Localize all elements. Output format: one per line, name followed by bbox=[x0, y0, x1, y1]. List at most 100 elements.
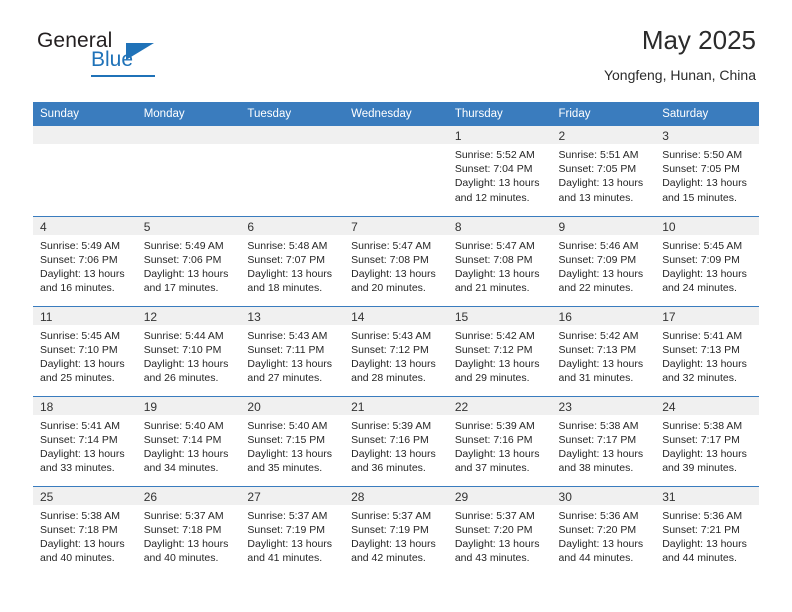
day-number: 30 bbox=[551, 486, 656, 506]
calendar-day-cell[interactable]: 15 Sunrise: 5:42 AM Sunset: 7:12 PM Dayligh… bbox=[447, 305, 552, 396]
calendar-day-cell[interactable]: 12 Sunrise: 5:44 AM Sunset: 7:10 PM Dayligh… bbox=[136, 305, 241, 396]
day-detail-daylight-1: Daylight: 13 hours bbox=[662, 357, 747, 370]
day-details: Sunrise: 5:38 AM Sunset: 7:17 PM Daylight:… bbox=[655, 416, 759, 476]
calendar-day-cell[interactable]: 31 Sunrise: 5:36 AM Sunset: 7:21 PM Dayligh… bbox=[655, 485, 759, 576]
calendar-day-cell[interactable]: 5 Sunrise: 5:49 AM Sunset: 7:06 PM Daylight… bbox=[136, 215, 241, 306]
calendar-day-cell[interactable]: 21 Sunrise: 5:39 AM Sunset: 7:16 PM Dayligh… bbox=[344, 395, 448, 486]
day-number: 16 bbox=[551, 306, 656, 326]
calendar-day-cell[interactable]: 11 Sunrise: 5:45 AM Sunset: 7:10 PM Dayligh… bbox=[33, 305, 137, 396]
calendar-week-row: 1 Sunrise: 5:52 AM Sunset: 7:04 PM Daylight… bbox=[33, 126, 759, 216]
day-number: 29 bbox=[447, 486, 552, 506]
calendar-cell-inner: 21 Sunrise: 5:39 AM Sunset: 7:16 PM Dayligh… bbox=[344, 396, 448, 486]
calendar-day-cell[interactable]: 1 Sunrise: 5:52 AM Sunset: 7:04 PM Daylight… bbox=[447, 126, 552, 216]
day-detail-sunrise: Sunrise: 5:47 AM bbox=[454, 239, 535, 252]
day-detail-daylight-2: and 33 minutes. bbox=[40, 462, 115, 475]
day-details: Sunrise: 5:36 AM Sunset: 7:20 PM Daylight:… bbox=[552, 506, 656, 566]
calendar-day-cell[interactable]: 18 Sunrise: 5:41 AM Sunset: 7:14 PM Dayligh… bbox=[33, 395, 137, 486]
calendar-day-cell[interactable]: 6 Sunrise: 5:48 AM Sunset: 7:07 PM Daylight… bbox=[240, 215, 345, 306]
day-detail-daylight-2: and 25 minutes. bbox=[40, 372, 115, 385]
day-detail-sunset: Sunset: 7:21 PM bbox=[662, 523, 740, 536]
day-detail-daylight-1: Daylight: 13 hours bbox=[558, 177, 644, 190]
day-details: Sunrise: 5:42 AM Sunset: 7:12 PM Daylight:… bbox=[448, 326, 552, 386]
day-detail-sunset: Sunset: 7:20 PM bbox=[454, 523, 533, 536]
day-detail-sunrise: Sunrise: 5:47 AM bbox=[351, 239, 432, 252]
day-detail-daylight-1: Daylight: 13 hours bbox=[454, 357, 540, 370]
calendar-day-cell[interactable]: 25 Sunrise: 5:38 AM Sunset: 7:18 PM Dayligh… bbox=[33, 485, 137, 576]
day-detail-daylight-1: Daylight: 13 hours bbox=[454, 447, 540, 460]
day-number: 19 bbox=[136, 396, 241, 416]
day-detail-daylight-2: and 37 minutes. bbox=[454, 462, 530, 475]
calendar-day-cell[interactable]: 4 Sunrise: 5:49 AM Sunset: 7:06 PM Daylight… bbox=[33, 215, 137, 306]
day-detail-sunrise: Sunrise: 5:50 AM bbox=[662, 149, 743, 161]
day-detail-sunrise: Sunrise: 5:48 AM bbox=[247, 239, 328, 252]
day-details: Sunrise: 5:36 AM Sunset: 7:21 PM Daylight:… bbox=[655, 506, 759, 566]
day-details: Sunrise: 5:40 AM Sunset: 7:14 PM Daylight:… bbox=[137, 416, 241, 476]
day-number: 4 bbox=[33, 216, 137, 236]
calendar-day-cell[interactable]: 23 Sunrise: 5:38 AM Sunset: 7:17 PM Dayligh… bbox=[551, 395, 656, 486]
day-detail-daylight-2: and 17 minutes. bbox=[143, 282, 219, 295]
day-detail-sunset: Sunset: 7:13 PM bbox=[558, 343, 637, 356]
calendar-cell-inner: 4 Sunrise: 5:49 AM Sunset: 7:06 PM Daylight… bbox=[33, 216, 137, 306]
calendar-day-cell[interactable]: 10 Sunrise: 5:45 AM Sunset: 7:09 PM Dayligh… bbox=[655, 215, 759, 306]
day-number: 20 bbox=[240, 396, 345, 416]
calendar-day-cell[interactable]: 19 Sunrise: 5:40 AM Sunset: 7:14 PM Dayligh… bbox=[136, 395, 241, 486]
calendar-cell-inner: 20 Sunrise: 5:40 AM Sunset: 7:15 PM Dayligh… bbox=[240, 396, 345, 486]
calendar-day-cell[interactable]: 26 Sunrise: 5:37 AM Sunset: 7:18 PM Dayligh… bbox=[136, 485, 241, 576]
day-detail-daylight-2: and 38 minutes. bbox=[558, 462, 634, 475]
weekday-header-friday: Friday bbox=[551, 102, 656, 126]
calendar-day-cell[interactable]: 7 Sunrise: 5:47 AM Sunset: 7:08 PM Daylight… bbox=[344, 215, 448, 306]
calendar-day-cell[interactable]: 29 Sunrise: 5:37 AM Sunset: 7:20 PM Dayligh… bbox=[447, 485, 552, 576]
day-detail-daylight-2: and 40 minutes. bbox=[40, 552, 115, 565]
page-header: General Blue May 2025 Yongfeng, Hunan, C… bbox=[33, 0, 759, 83]
calendar-cell-inner: 19 Sunrise: 5:40 AM Sunset: 7:14 PM Dayligh… bbox=[136, 396, 241, 486]
day-details: Sunrise: 5:41 AM Sunset: 7:13 PM Daylight:… bbox=[655, 326, 759, 386]
calendar-day-cell[interactable]: 9 Sunrise: 5:46 AM Sunset: 7:09 PM Daylight… bbox=[551, 215, 656, 306]
calendar-cell-inner: 2 Sunrise: 5:51 AM Sunset: 7:05 PM Daylight… bbox=[551, 126, 656, 216]
calendar-cell-inner: 10 Sunrise: 5:45 AM Sunset: 7:09 PM Dayligh… bbox=[655, 216, 759, 306]
calendar-cell-inner: 24 Sunrise: 5:38 AM Sunset: 7:17 PM Dayligh… bbox=[655, 396, 759, 486]
day-detail-sunset: Sunset: 7:12 PM bbox=[351, 343, 429, 356]
weekday-header-tuesday: Tuesday bbox=[240, 102, 345, 126]
day-details: Sunrise: 5:39 AM Sunset: 7:16 PM Daylight:… bbox=[448, 416, 552, 476]
day-detail-daylight-1: Daylight: 13 hours bbox=[662, 267, 747, 280]
day-detail-sunset: Sunset: 7:13 PM bbox=[662, 343, 740, 356]
calendar-day-cell[interactable]: 8 Sunrise: 5:47 AM Sunset: 7:08 PM Daylight… bbox=[447, 215, 552, 306]
calendar-day-cell[interactable]: 27 Sunrise: 5:37 AM Sunset: 7:19 PM Dayligh… bbox=[240, 485, 345, 576]
calendar-day-cell[interactable]: 2 Sunrise: 5:51 AM Sunset: 7:05 PM Daylight… bbox=[551, 126, 656, 216]
calendar-day-cell[interactable]: 14 Sunrise: 5:43 AM Sunset: 7:12 PM Dayligh… bbox=[344, 305, 448, 396]
weekday-header-wednesday: Wednesday bbox=[344, 102, 448, 126]
day-number bbox=[136, 126, 241, 145]
calendar-cell-inner: 22 Sunrise: 5:39 AM Sunset: 7:16 PM Dayligh… bbox=[447, 396, 552, 486]
day-detail-daylight-1: Daylight: 13 hours bbox=[40, 537, 125, 550]
day-number: 5 bbox=[136, 216, 241, 236]
day-detail-sunrise: Sunrise: 5:40 AM bbox=[247, 419, 328, 432]
location-subtitle: Yongfeng, Hunan, China bbox=[603, 66, 756, 83]
day-detail-sunrise: Sunrise: 5:37 AM bbox=[454, 509, 535, 522]
day-number bbox=[240, 126, 345, 145]
day-detail-sunset: Sunset: 7:12 PM bbox=[454, 343, 533, 356]
day-detail-sunset: Sunset: 7:10 PM bbox=[143, 343, 222, 356]
day-number: 28 bbox=[344, 486, 448, 506]
calendar-day-cell[interactable]: 30 Sunrise: 5:36 AM Sunset: 7:20 PM Dayligh… bbox=[551, 485, 656, 576]
general-blue-logo[interactable]: General Blue bbox=[37, 30, 177, 78]
day-detail-sunset: Sunset: 7:10 PM bbox=[40, 343, 118, 356]
day-detail-sunrise: Sunrise: 5:42 AM bbox=[454, 329, 535, 342]
day-detail-daylight-2: and 44 minutes. bbox=[662, 552, 737, 565]
day-number: 3 bbox=[655, 126, 759, 145]
calendar-day-cell[interactable]: 20 Sunrise: 5:40 AM Sunset: 7:15 PM Dayligh… bbox=[240, 395, 345, 486]
calendar-day-cell[interactable]: 13 Sunrise: 5:43 AM Sunset: 7:11 PM Dayligh… bbox=[240, 305, 345, 396]
day-detail-daylight-1: Daylight: 13 hours bbox=[558, 357, 644, 370]
day-detail-daylight-2: and 44 minutes. bbox=[558, 552, 634, 565]
calendar-day-cell[interactable]: 22 Sunrise: 5:39 AM Sunset: 7:16 PM Dayligh… bbox=[447, 395, 552, 486]
calendar-day-cell[interactable]: 16 Sunrise: 5:42 AM Sunset: 7:13 PM Dayligh… bbox=[551, 305, 656, 396]
calendar-week-row: 18 Sunrise: 5:41 AM Sunset: 7:14 PM Dayligh… bbox=[33, 395, 759, 486]
calendar-cell-inner: 7 Sunrise: 5:47 AM Sunset: 7:08 PM Daylight… bbox=[344, 216, 448, 306]
day-detail-daylight-2: and 42 minutes. bbox=[351, 552, 426, 565]
day-detail-sunrise: Sunrise: 5:44 AM bbox=[143, 329, 224, 342]
page-title: May 2025 bbox=[641, 25, 756, 55]
calendar-day-cell[interactable]: 28 Sunrise: 5:37 AM Sunset: 7:19 PM Dayligh… bbox=[344, 485, 448, 576]
calendar-day-cell[interactable]: 17 Sunrise: 5:41 AM Sunset: 7:13 PM Dayligh… bbox=[655, 305, 759, 396]
day-detail-sunrise: Sunrise: 5:37 AM bbox=[143, 509, 224, 522]
calendar-day-cell[interactable]: 24 Sunrise: 5:38 AM Sunset: 7:17 PM Dayligh… bbox=[655, 395, 759, 486]
calendar-day-cell[interactable]: 3 Sunrise: 5:50 AM Sunset: 7:05 PM Daylight… bbox=[655, 126, 759, 216]
